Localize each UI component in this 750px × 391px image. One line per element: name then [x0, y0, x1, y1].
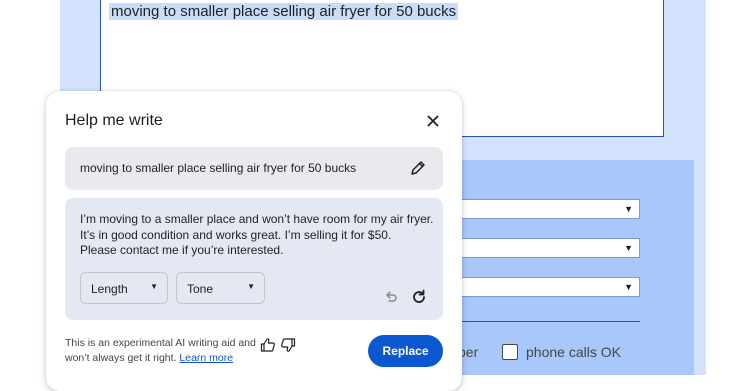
caret-down-icon: ▼ — [150, 282, 158, 291]
disclaimer: This is an experimental AI writing aid a… — [65, 336, 256, 366]
length-dropdown-label: Length — [91, 282, 128, 296]
regenerate-button[interactable] — [408, 286, 430, 308]
undo-button[interactable] — [381, 287, 401, 307]
prompt-box: moving to smaller place selling air frye… — [65, 147, 443, 190]
disclaimer-line1: This is an experimental AI writing aid a… — [65, 337, 256, 349]
thumbs-down-icon — [281, 338, 296, 352]
phone-calls-label: phone calls OK — [526, 344, 621, 360]
learn-more-link[interactable]: Learn more — [179, 352, 233, 364]
form-panel: ▼ ▼ ▼ ber phone calls OK — [430, 160, 694, 375]
suggestion-box: I’m moving to a smaller place and won’t … — [65, 198, 443, 320]
caret-down-icon: ▼ — [624, 282, 633, 292]
tone-dropdown[interactable]: Tone ▼ — [176, 272, 265, 304]
textarea-selected-text: moving to smaller place selling air frye… — [109, 3, 459, 20]
length-dropdown[interactable]: Length ▼ — [80, 272, 168, 304]
close-button[interactable] — [422, 110, 444, 132]
replace-button[interactable]: Replace — [368, 335, 443, 367]
edit-prompt-button[interactable] — [408, 158, 428, 178]
suggestion-line: I’m moving to a smaller place and won’t … — [80, 212, 434, 226]
suggestion-line: Please contact me if you’re interested. — [80, 243, 284, 257]
prompt-text: moving to smaller place selling air frye… — [80, 161, 357, 175]
dialog-title: Help me write — [65, 112, 163, 129]
refresh-icon — [413, 289, 425, 303]
undo-icon — [386, 291, 397, 302]
tone-dropdown-label: Tone — [187, 282, 214, 296]
thumbs-up-button[interactable] — [260, 337, 276, 353]
suggestion-line: It’s in good condition and works great. … — [80, 227, 392, 242]
help-me-write-dialog: Help me write moving to smaller place se… — [46, 91, 462, 391]
caret-down-icon: ▼ — [624, 204, 633, 214]
caret-down-icon: ▼ — [247, 282, 255, 291]
pencil-icon — [411, 161, 425, 175]
thumbs-down-button[interactable] — [280, 337, 296, 353]
disclaimer-line2: won’t always get it right. — [65, 352, 177, 364]
suggestion-text: I’m moving to a smaller place and won’t … — [80, 212, 440, 259]
phone-calls-checkbox[interactable] — [502, 344, 518, 360]
thumbs-up-icon — [260, 338, 275, 352]
close-icon — [427, 115, 439, 127]
caret-down-icon: ▼ — [624, 243, 633, 253]
